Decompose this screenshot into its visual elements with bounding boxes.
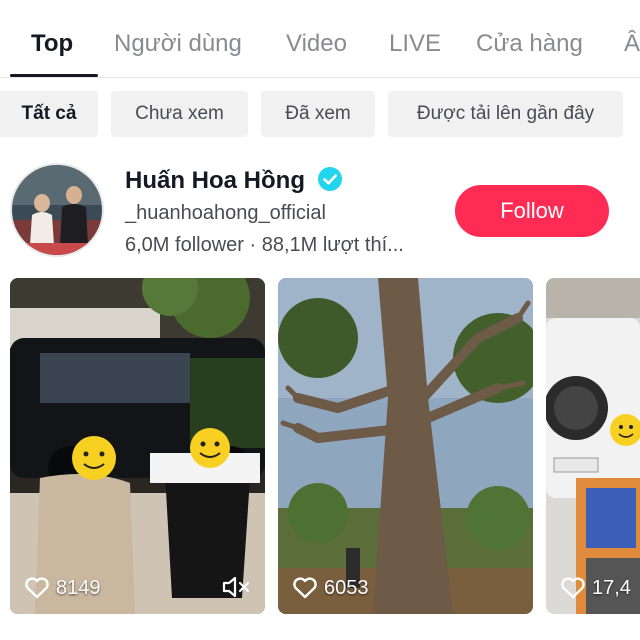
filter-watched[interactable]: Đã xem — [261, 91, 375, 137]
tab-video[interactable]: Video — [286, 28, 347, 60]
search-tabs: Top Người dùng Video LIVE Cửa hàng Â — [0, 0, 640, 78]
filter-all[interactable]: Tất cả — [0, 91, 98, 137]
avatar-image — [12, 165, 102, 255]
heart-icon — [25, 577, 49, 599]
video-likes: 17,4 — [560, 576, 631, 600]
video-likes: 6053 — [292, 576, 369, 600]
video-thumbnail — [10, 278, 265, 614]
filter-recent[interactable]: Được tải lên gần đây — [388, 91, 623, 137]
user-name[interactable]: Huấn Hoa Hồng — [125, 167, 305, 195]
likes-count: 6053 — [324, 576, 369, 599]
video-thumbnail — [546, 278, 640, 614]
video-card-1[interactable]: 8149 — [10, 278, 265, 614]
filter-unwatched[interactable]: Chưa xem — [111, 91, 248, 137]
tab-top[interactable]: Top — [31, 28, 73, 60]
avatar[interactable] — [10, 163, 104, 257]
tab-live[interactable]: LIVE — [389, 28, 441, 60]
tab-more[interactable]: Â — [624, 28, 640, 60]
tab-shop[interactable]: Cửa hàng — [476, 28, 583, 60]
video-card-2[interactable]: 6053 — [278, 278, 533, 614]
heart-icon — [293, 577, 317, 599]
tab-users[interactable]: Người dùng — [114, 28, 242, 60]
video-likes: 8149 — [24, 576, 101, 600]
mute-icon[interactable] — [221, 574, 251, 600]
active-tab-indicator — [10, 74, 98, 77]
user-handle: _huanhoahong_official — [125, 202, 326, 224]
follow-button[interactable]: Follow — [455, 185, 609, 237]
heart-icon — [561, 577, 585, 599]
verified-badge-icon — [318, 167, 342, 191]
video-thumbnail — [278, 278, 533, 614]
likes-count: 8149 — [56, 576, 101, 599]
user-stats: 6,0M follower · 88,1M lượt thí... — [125, 234, 404, 256]
video-card-3[interactable]: 17,4 — [546, 278, 640, 614]
likes-count: 17,4 — [592, 576, 631, 599]
